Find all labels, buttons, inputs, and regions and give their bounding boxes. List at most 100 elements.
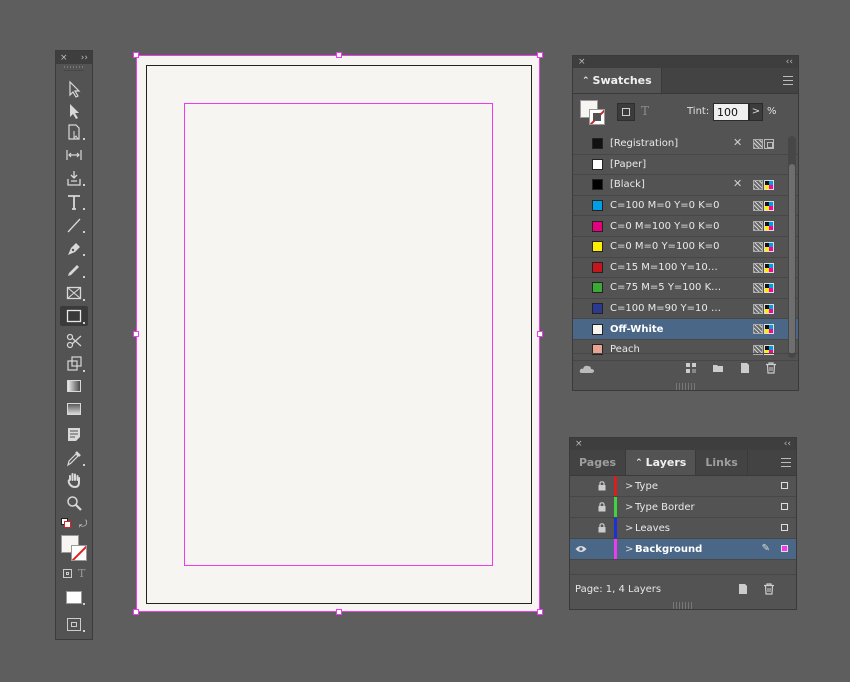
layer-row[interactable]: > Type [570,476,796,497]
close-icon[interactable]: × [575,439,583,449]
gradient-feather-tool-icon[interactable] [60,399,88,419]
close-icon[interactable]: × [578,57,586,67]
panel-grip[interactable] [64,64,84,71]
default-colors-icon[interactable] [61,518,71,528]
lock-icon[interactable] [594,518,610,538]
panel-resize-grip[interactable] [673,602,693,609]
expand-chevron-icon[interactable]: > [625,539,633,559]
pencil-tool-icon[interactable] [60,260,88,280]
swatch-row[interactable]: C=15 M=100 Y=100 ... [573,258,798,279]
swatch-row[interactable]: [Registration] ✕ [573,134,798,155]
selection-handle-middle-left[interactable] [133,331,139,337]
zoom-tool-icon[interactable] [60,493,88,513]
layer-row[interactable]: > Background ✎ [570,539,796,560]
eyedropper-tool-icon[interactable] [60,448,88,468]
panel-menu-icon[interactable] [783,76,793,85]
screen-mode-icon[interactable] [60,614,88,634]
formatting-container-icon[interactable] [63,569,72,578]
selection-handle-bottom-right[interactable] [537,609,543,615]
swatch-row[interactable]: C=100 M=90 Y=10 K=0 [573,299,798,320]
swatch-views-icon[interactable] [685,362,697,374]
delete-swatch-icon[interactable] [765,362,777,374]
lock-icon[interactable] [594,476,610,496]
rectangle-tool-icon[interactable] [60,306,88,326]
line-tool-icon[interactable] [60,215,88,235]
cloud-library-icon[interactable] [579,362,595,374]
page-tool-icon[interactable] [60,122,88,142]
collapse-icon[interactable]: ‹‹ [786,57,793,67]
formatting-text-icon[interactable]: T [78,567,85,580]
tint-input[interactable]: 100 [713,103,749,121]
scrollbar-thumb[interactable] [789,164,795,354]
selection-handle-middle-right[interactable] [537,331,543,337]
formatting-container-button[interactable] [617,103,635,121]
tools-panel: × ›› ⤾ T [55,50,93,640]
visibility-toggle[interactable] [572,518,590,538]
selection-handle-bottom-left[interactable] [133,609,139,615]
new-layer-icon[interactable] [737,583,749,595]
panel-menu-icon[interactable] [781,458,791,467]
selection-handle-top-left[interactable] [133,52,139,58]
tab-swatches[interactable]: ⌃ Swatches [573,68,662,93]
collapse-icon[interactable]: ›› [81,53,88,63]
selection-tool-icon[interactable] [60,79,88,99]
layer-target-icon[interactable] [781,524,788,531]
selection-handle-bottom-center[interactable] [336,609,342,615]
gradient-swatch-tool-icon[interactable] [60,376,88,396]
swatch-chip [592,179,603,191]
swatch-name: [Registration] [610,138,679,150]
swatch-row[interactable]: C=0 M=100 Y=0 K=0 [573,216,798,237]
tint-slider-button[interactable]: > [749,103,763,121]
type-tool-icon[interactable] [60,192,88,212]
apply-color-icon[interactable] [60,587,88,607]
layer-target-icon[interactable] [781,503,788,510]
expand-chevron-icon[interactable]: > [625,476,633,496]
swatch-row[interactable]: [Paper] [573,155,798,176]
free-transform-tool-icon[interactable] [60,354,88,374]
swatch-row[interactable]: [Black] ✕ [573,175,798,196]
layer-target-icon[interactable] [781,545,788,552]
delete-layer-icon[interactable] [763,583,775,595]
scrollbar[interactable] [788,136,796,358]
swap-colors-icon[interactable]: ⤾ [79,519,87,530]
rectangle-frame-tool-icon[interactable] [60,283,88,303]
swatch-name: [Paper] [610,158,647,170]
formatting-text-button[interactable]: T [641,104,649,118]
pen-tool-icon[interactable] [60,238,88,258]
scissors-tool-icon[interactable] [60,331,88,351]
hand-tool-icon[interactable] [60,470,88,490]
expand-chevron-icon[interactable]: > [625,518,633,538]
tab-pages[interactable]: Pages [570,450,627,475]
fill-stroke-icon[interactable] [580,100,606,126]
visibility-toggle[interactable] [572,497,590,517]
new-color-group-icon[interactable] [712,362,724,374]
tab-layers[interactable]: ⌃ Layers [626,450,697,475]
lock-icon[interactable] [594,497,610,517]
selection-handle-top-center[interactable] [336,52,342,58]
swatch-row[interactable]: Off-White [573,319,798,340]
collapse-icon[interactable]: ‹‹ [784,439,791,449]
content-collector-tool-icon[interactable] [60,168,88,188]
swatch-row[interactable]: C=75 M=5 Y=100 K=0 [573,278,798,299]
layer-row[interactable]: > Leaves [570,518,796,539]
panel-resize-grip[interactable] [675,383,696,390]
layer-target-icon[interactable] [781,482,788,489]
visibility-toggle[interactable] [572,476,590,496]
swatch-chip [592,220,603,232]
document-page[interactable] [133,52,543,615]
tab-links[interactable]: Links [696,450,748,475]
eye-icon[interactable] [572,539,590,559]
layer-row[interactable]: > Type Border [570,497,796,518]
gap-tool-icon[interactable] [60,145,88,165]
selection-handle-top-right[interactable] [537,52,543,58]
lock-toggle[interactable] [594,539,610,559]
swatch-row[interactable]: C=0 M=0 Y=100 K=0 [573,237,798,258]
tools-panel-titlebar: × ›› [56,51,92,64]
fill-stroke-icon[interactable] [61,535,89,563]
close-icon[interactable]: × [60,53,68,63]
expand-chevron-icon[interactable]: > [625,497,633,517]
note-tool-icon[interactable] [60,424,88,444]
direct-selection-tool-icon[interactable] [60,101,88,121]
swatch-row[interactable]: C=100 M=0 Y=0 K=0 [573,196,798,217]
new-swatch-icon[interactable] [739,362,751,374]
